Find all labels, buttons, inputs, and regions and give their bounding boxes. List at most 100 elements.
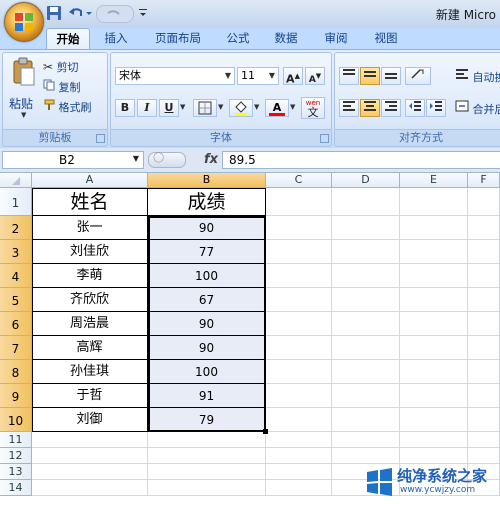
row-header[interactable]: 6 <box>0 312 32 336</box>
grid-cell[interactable] <box>266 384 332 408</box>
grid-cell[interactable] <box>400 384 468 408</box>
name-cell[interactable]: 刘御 <box>32 408 148 432</box>
name-cell[interactable]: 于哲 <box>32 384 148 408</box>
select-all-corner[interactable] <box>0 173 32 188</box>
column-header-e[interactable]: E <box>400 173 468 188</box>
grid-cell[interactable] <box>266 188 332 216</box>
grid-cell[interactable] <box>400 336 468 360</box>
row-header[interactable]: 8 <box>0 360 32 384</box>
paste-dropdown-icon[interactable]: ▼ <box>21 111 26 119</box>
tab-view[interactable]: 视图 <box>368 28 404 48</box>
grid-cell[interactable] <box>266 288 332 312</box>
grid-cell[interactable] <box>400 188 468 216</box>
clipboard-dialog-launcher-icon[interactable] <box>96 134 105 143</box>
grid-cell[interactable] <box>266 312 332 336</box>
row-header[interactable]: 5 <box>0 288 32 312</box>
tab-insert[interactable]: 插入 <box>98 28 134 48</box>
name-cell[interactable]: 孙佳琪 <box>32 360 148 384</box>
column-header-c[interactable]: C <box>266 173 332 188</box>
grid-cell[interactable] <box>468 312 500 336</box>
borders-dropdown-icon[interactable]: ▼ <box>218 103 223 111</box>
row-header[interactable]: 10 <box>0 408 32 432</box>
paste-button[interactable]: 粘贴 ▼ <box>9 57 39 119</box>
grid-cell[interactable] <box>468 240 500 264</box>
row-header[interactable]: 12 <box>0 448 32 464</box>
grid-cell[interactable] <box>266 360 332 384</box>
tab-data[interactable]: 数据 <box>268 28 304 48</box>
tab-home[interactable]: 开始 <box>46 28 90 49</box>
copy-button[interactable]: 复制 <box>43 79 81 95</box>
grid-cell[interactable] <box>468 360 500 384</box>
font-size-combo[interactable]: 11 ▼ <box>237 67 279 85</box>
fill-color-button[interactable] <box>229 99 253 117</box>
underline-dropdown-icon[interactable]: ▼ <box>180 103 185 111</box>
font-size-dropdown-icon[interactable]: ▼ <box>269 68 275 84</box>
column-header-a[interactable]: A <box>32 173 148 188</box>
row-header[interactable]: 1 <box>0 188 32 216</box>
worksheet-grid[interactable]: A B C D E F 1 姓名 成绩 2 张一 90 3 刘佳欣 77 4 李萌 100 5 齐欣欣 67… <box>0 173 500 507</box>
row-header[interactable]: 9 <box>0 384 32 408</box>
grid-cell[interactable] <box>148 464 266 480</box>
align-bottom-button[interactable] <box>381 67 401 85</box>
row-header[interactable]: 13 <box>0 464 32 480</box>
phonetic-guide-button[interactable]: wén 文 <box>301 97 325 119</box>
cut-button[interactable]: ✂ 剪切 <box>43 59 79 75</box>
shrink-font-button[interactable]: A▼ <box>305 67 325 85</box>
orientation-button[interactable] <box>405 67 431 85</box>
undo-dropdown-icon[interactable] <box>84 5 94 21</box>
grid-cell[interactable] <box>332 408 400 432</box>
font-name-dropdown-icon[interactable]: ▼ <box>225 68 231 84</box>
grid-cell[interactable] <box>468 188 500 216</box>
grid-cell[interactable] <box>332 240 400 264</box>
tab-page-layout[interactable]: 页面布局 <box>148 28 208 48</box>
tab-review[interactable]: 审阅 <box>318 28 354 48</box>
font-dialog-launcher-icon[interactable] <box>320 134 329 143</box>
undo-icon[interactable] <box>68 5 84 21</box>
align-left-button[interactable] <box>339 99 359 117</box>
grid-cell[interactable] <box>332 288 400 312</box>
insert-function-icon[interactable]: fx <box>204 152 218 167</box>
increase-indent-button[interactable] <box>426 99 446 117</box>
borders-button[interactable] <box>193 99 217 117</box>
row-header[interactable]: 11 <box>0 432 32 448</box>
grid-cell[interactable] <box>266 448 332 464</box>
grid-cell[interactable] <box>468 264 500 288</box>
wrap-text-button[interactable]: 自动换 <box>455 67 500 85</box>
name-box[interactable]: B2 ▼ <box>2 151 144 169</box>
grid-cell[interactable] <box>332 336 400 360</box>
grid-cell[interactable] <box>266 480 332 496</box>
grid-cell[interactable] <box>266 216 332 240</box>
formula-bar-expander-icon[interactable]: ◯ <box>148 152 186 168</box>
bold-button[interactable]: B <box>115 99 135 117</box>
name-cell[interactable]: 齐欣欣 <box>32 288 148 312</box>
redo-icon[interactable] <box>96 5 134 23</box>
underline-button[interactable]: U <box>159 99 179 117</box>
name-cell[interactable]: 高辉 <box>32 336 148 360</box>
align-top-button[interactable] <box>339 67 359 85</box>
grid-cell[interactable] <box>400 448 468 464</box>
grid-cell[interactable] <box>266 264 332 288</box>
header-cell-score[interactable]: 成绩 <box>148 188 266 216</box>
grow-font-button[interactable]: A▲ <box>283 67 303 86</box>
grid-cell[interactable] <box>400 312 468 336</box>
font-color-button[interactable]: A <box>265 99 289 117</box>
grid-cell[interactable] <box>32 448 148 464</box>
tab-formulas[interactable]: 公式 <box>220 28 256 48</box>
grid-cell[interactable] <box>266 408 332 432</box>
grid-cell[interactable] <box>468 408 500 432</box>
grid-cell[interactable] <box>332 312 400 336</box>
grid-cell[interactable] <box>468 336 500 360</box>
grid-cell[interactable] <box>32 480 148 496</box>
align-middle-button[interactable] <box>360 67 380 85</box>
grid-cell[interactable] <box>400 216 468 240</box>
font-color-dropdown-icon[interactable]: ▼ <box>290 103 295 111</box>
grid-cell[interactable] <box>32 464 148 480</box>
row-header[interactable]: 7 <box>0 336 32 360</box>
grid-cell[interactable] <box>332 216 400 240</box>
grid-cell[interactable] <box>400 240 468 264</box>
grid-cell[interactable] <box>468 216 500 240</box>
customize-toolbar-icon[interactable] <box>138 5 148 21</box>
grid-cell[interactable] <box>332 384 400 408</box>
grid-cell[interactable] <box>332 448 400 464</box>
save-icon[interactable] <box>46 5 62 21</box>
